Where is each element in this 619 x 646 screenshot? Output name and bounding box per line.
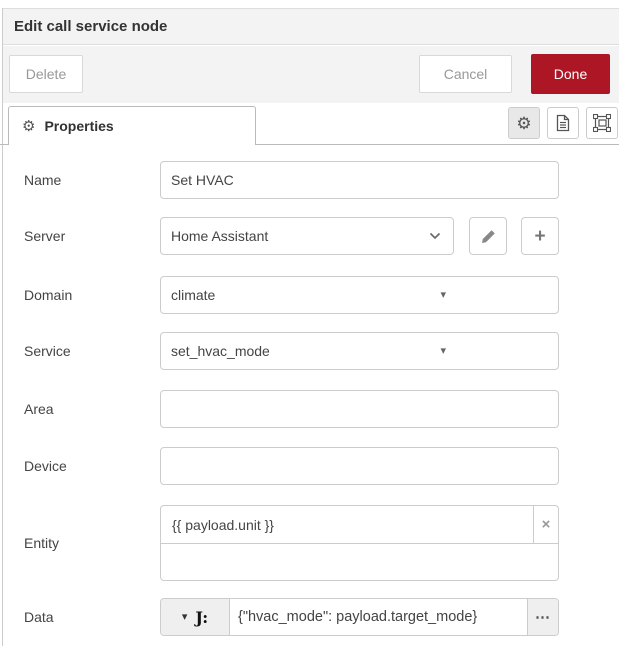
add-server-button[interactable]: + <box>521 217 559 255</box>
triangle-down-icon: ▾ <box>182 612 188 623</box>
entity-list: {{ payload.unit }} × <box>160 505 559 581</box>
edit-server-button[interactable] <box>469 217 507 255</box>
edit-description-button[interactable] <box>547 107 579 139</box>
data-label: Data <box>24 598 149 636</box>
ellipsis-icon: ⋯ <box>535 608 551 626</box>
edit-call-service-dialog: Edit call service node Delete Cancel Don… <box>0 0 619 646</box>
server-select-value: Home Assistant <box>171 228 268 244</box>
area-input[interactable] <box>160 390 559 428</box>
data-typed-input: ▾ J: ⋯ <box>160 598 559 636</box>
entity-label: Entity <box>24 505 149 581</box>
plus-icon: + <box>534 227 545 246</box>
document-icon <box>555 114 571 132</box>
close-icon: × <box>542 516 551 533</box>
area-label: Area <box>24 390 149 428</box>
tab-properties-label: Properties <box>44 118 113 134</box>
data-value-input[interactable] <box>230 599 527 635</box>
expand-editor-button[interactable]: ⋯ <box>527 599 558 635</box>
edit-appearance-button[interactable] <box>586 107 618 139</box>
cancel-button[interactable]: Cancel <box>419 55 512 93</box>
dialog-title: Edit call service node <box>14 18 167 35</box>
domain-label: Domain <box>24 276 149 314</box>
name-label: Name <box>24 161 149 199</box>
data-type-button[interactable]: ▾ J: <box>161 599 230 635</box>
done-button[interactable]: Done <box>531 54 610 94</box>
dialog-toolbar <box>3 46 619 103</box>
gear-icon: ⚙ <box>22 119 35 134</box>
tab-properties[interactable]: ⚙ Properties <box>8 106 256 145</box>
tabbar-divider-right <box>255 144 619 145</box>
dialog-header: Edit call service node <box>3 8 619 45</box>
domain-input[interactable] <box>160 276 559 314</box>
appearance-icon <box>593 114 611 132</box>
entity-list-item[interactable]: {{ payload.unit }} × <box>161 506 558 544</box>
name-input[interactable] <box>160 161 559 199</box>
service-label: Service <box>24 332 149 370</box>
jsonata-type-icon: J: <box>195 608 208 627</box>
edit-properties-button[interactable]: ⚙ <box>508 107 540 139</box>
gear-icon: ⚙ <box>516 115 531 132</box>
server-select[interactable]: Home Assistant <box>160 217 454 255</box>
pencil-icon <box>481 229 496 244</box>
remove-entity-button[interactable]: × <box>533 506 558 543</box>
device-label: Device <box>24 447 149 485</box>
delete-button[interactable]: Delete <box>9 55 83 93</box>
entity-value[interactable]: {{ payload.unit }} <box>161 506 533 543</box>
server-label: Server <box>24 217 149 255</box>
entity-value-empty[interactable] <box>161 544 558 581</box>
chevron-down-icon <box>429 232 441 240</box>
tray-left-border <box>2 8 3 646</box>
device-input[interactable] <box>160 447 559 485</box>
service-input[interactable] <box>160 332 559 370</box>
